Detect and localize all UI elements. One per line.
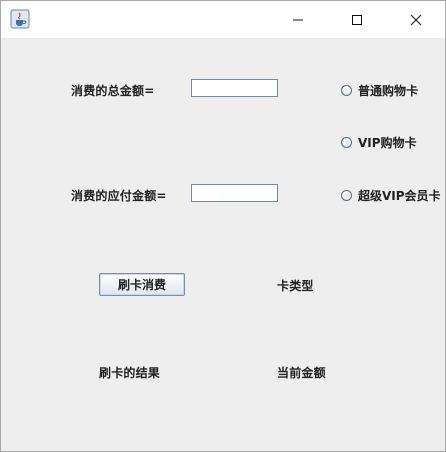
payable-amount-label: 消费的应付金额= [71,189,167,203]
swipe-result-label: 刷卡的结果 [99,366,161,380]
maximize-button[interactable] [334,1,380,38]
radio-vip-card[interactable]: VIP购物卡 [341,134,417,151]
title-bar [1,1,445,38]
payable-amount-field[interactable] [191,184,278,202]
close-icon [410,14,422,25]
java-cup-icon[interactable] [10,9,30,29]
minimize-button[interactable] [275,1,321,38]
radio-button[interactable] [341,190,352,201]
radio-super-vip-card[interactable]: 超级VIP会员卡 [341,187,441,204]
current-amount-label: 当前金额 [277,366,326,380]
radio-regular-card[interactable]: 普通购物卡 [341,82,418,99]
total-amount-field[interactable] [191,79,278,97]
radio-label: 超级VIP会员卡 [358,189,441,203]
minimize-icon [293,19,303,20]
total-amount-label: 消费的总金额= [71,84,155,98]
content-panel: 消费的总金额= 消费的应付金额= 普通购物卡 VIP购物卡 超级VIP会员卡 刷… [1,38,445,451]
swipe-card-button[interactable]: 刷卡消费 [99,273,185,296]
card-type-label: 卡类型 [277,279,314,293]
close-button[interactable] [393,1,439,38]
radio-label: 普通购物卡 [358,84,419,98]
radio-button[interactable] [341,85,352,96]
app-window: 消费的总金额= 消费的应付金额= 普通购物卡 VIP购物卡 超级VIP会员卡 刷… [0,0,446,452]
radio-button[interactable] [341,137,352,148]
maximize-icon [352,14,362,25]
radio-label: VIP购物卡 [358,136,417,150]
